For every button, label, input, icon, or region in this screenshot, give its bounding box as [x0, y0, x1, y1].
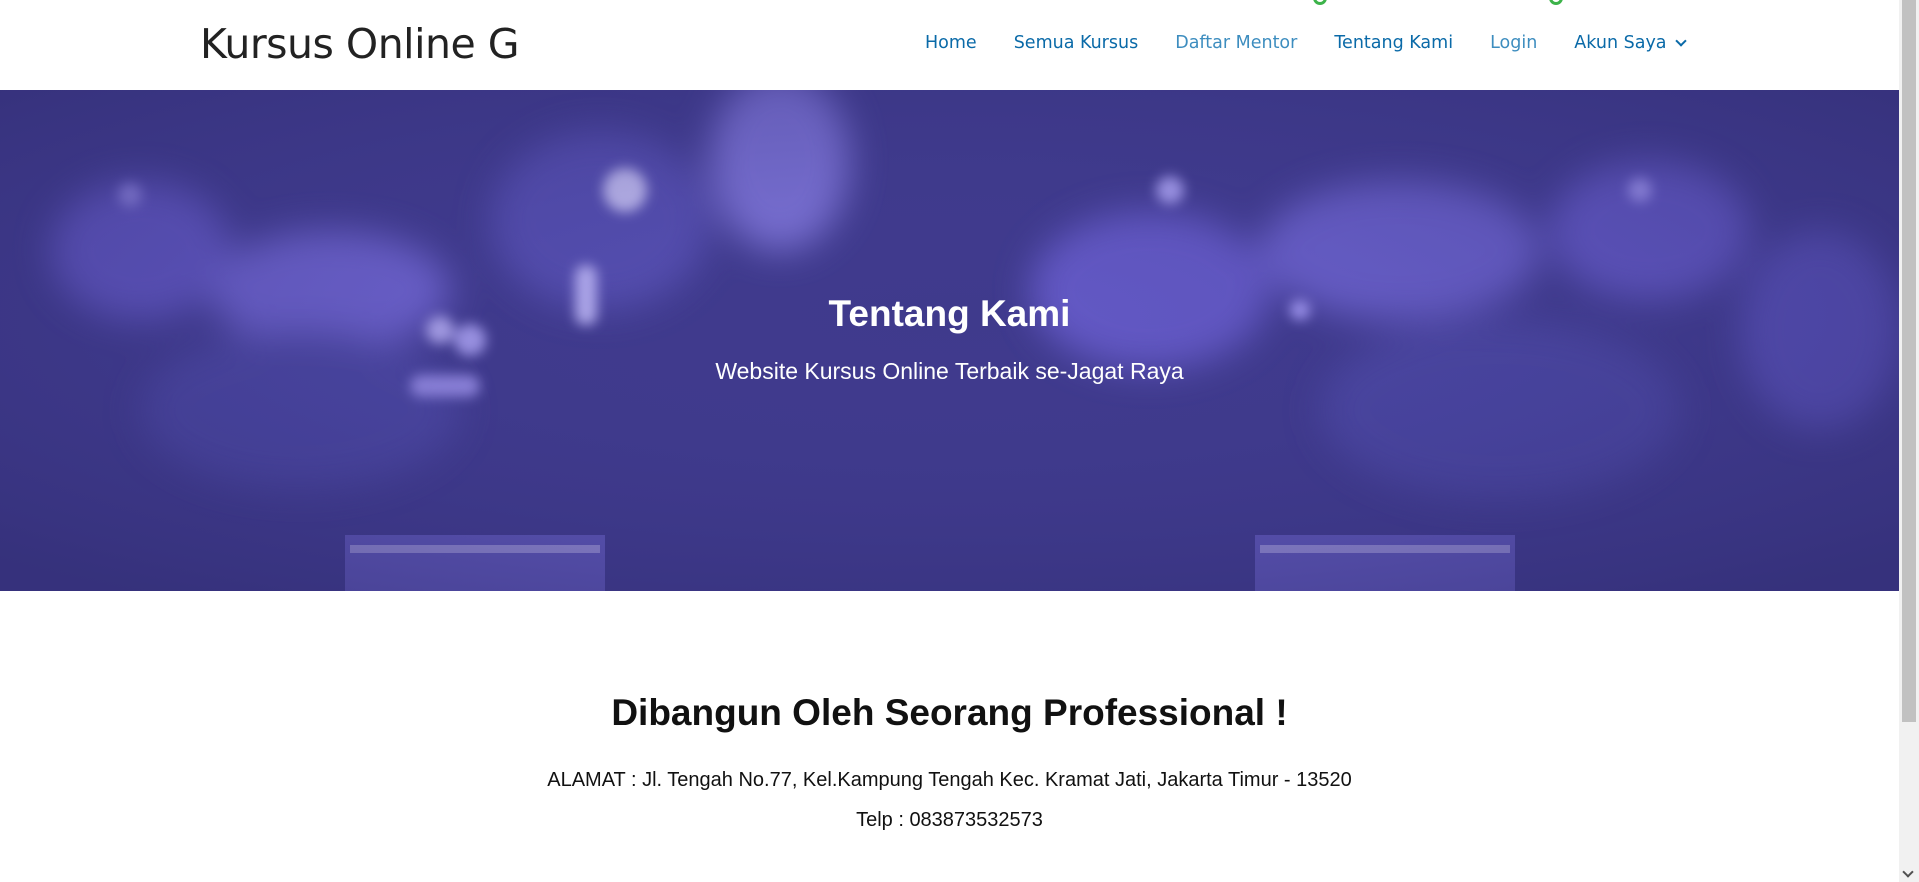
hero-background-image [0, 90, 1899, 591]
scrollbar-thumb[interactable] [1902, 0, 1916, 722]
nav-login[interactable]: Login [1490, 33, 1537, 53]
nav-home[interactable]: Home [925, 33, 977, 53]
nav-tentang-kami[interactable]: Tentang Kami [1334, 33, 1453, 53]
nav-daftar-mentor[interactable]: Daftar Mentor [1175, 33, 1297, 53]
page-content: Kursus Online G Home Semua Kursus Daftar… [0, 0, 1899, 882]
about-phone: Telp : 083873532573 [856, 809, 1043, 831]
green-ring-icon [1313, 0, 1327, 5]
nav-akun-saya-label: Akun Saya [1574, 33, 1667, 53]
chevron-down-icon [1674, 34, 1687, 47]
about-address: ALAMAT : Jl. Tengah No.77, Kel.Kampung T… [547, 769, 1352, 791]
page: Kursus Online G Home Semua Kursus Daftar… [0, 0, 1919, 882]
nav-akun-saya[interactable]: Akun Saya [1574, 33, 1687, 53]
site-header: Kursus Online G Home Semua Kursus Daftar… [0, 0, 1899, 90]
site-title-link[interactable]: Kursus Online G [200, 20, 519, 68]
hero-subtitle: Website Kursus Online Terbaik se-Jagat R… [715, 358, 1184, 384]
hero-banner: Tentang Kami Website Kursus Online Terba… [0, 90, 1899, 591]
scroll-down-arrow-icon[interactable] [1902, 866, 1914, 878]
about-heading: Dibangun Oleh Seorang Professional ! [611, 692, 1288, 733]
vertical-scrollbar[interactable] [1899, 0, 1919, 882]
hero-title: Tentang Kami [828, 293, 1071, 334]
nav-semua-kursus[interactable]: Semua Kursus [1014, 33, 1139, 53]
main-nav: Home Semua Kursus Daftar Mentor Tentang … [925, 33, 1687, 53]
green-ring-icon [1549, 0, 1563, 5]
